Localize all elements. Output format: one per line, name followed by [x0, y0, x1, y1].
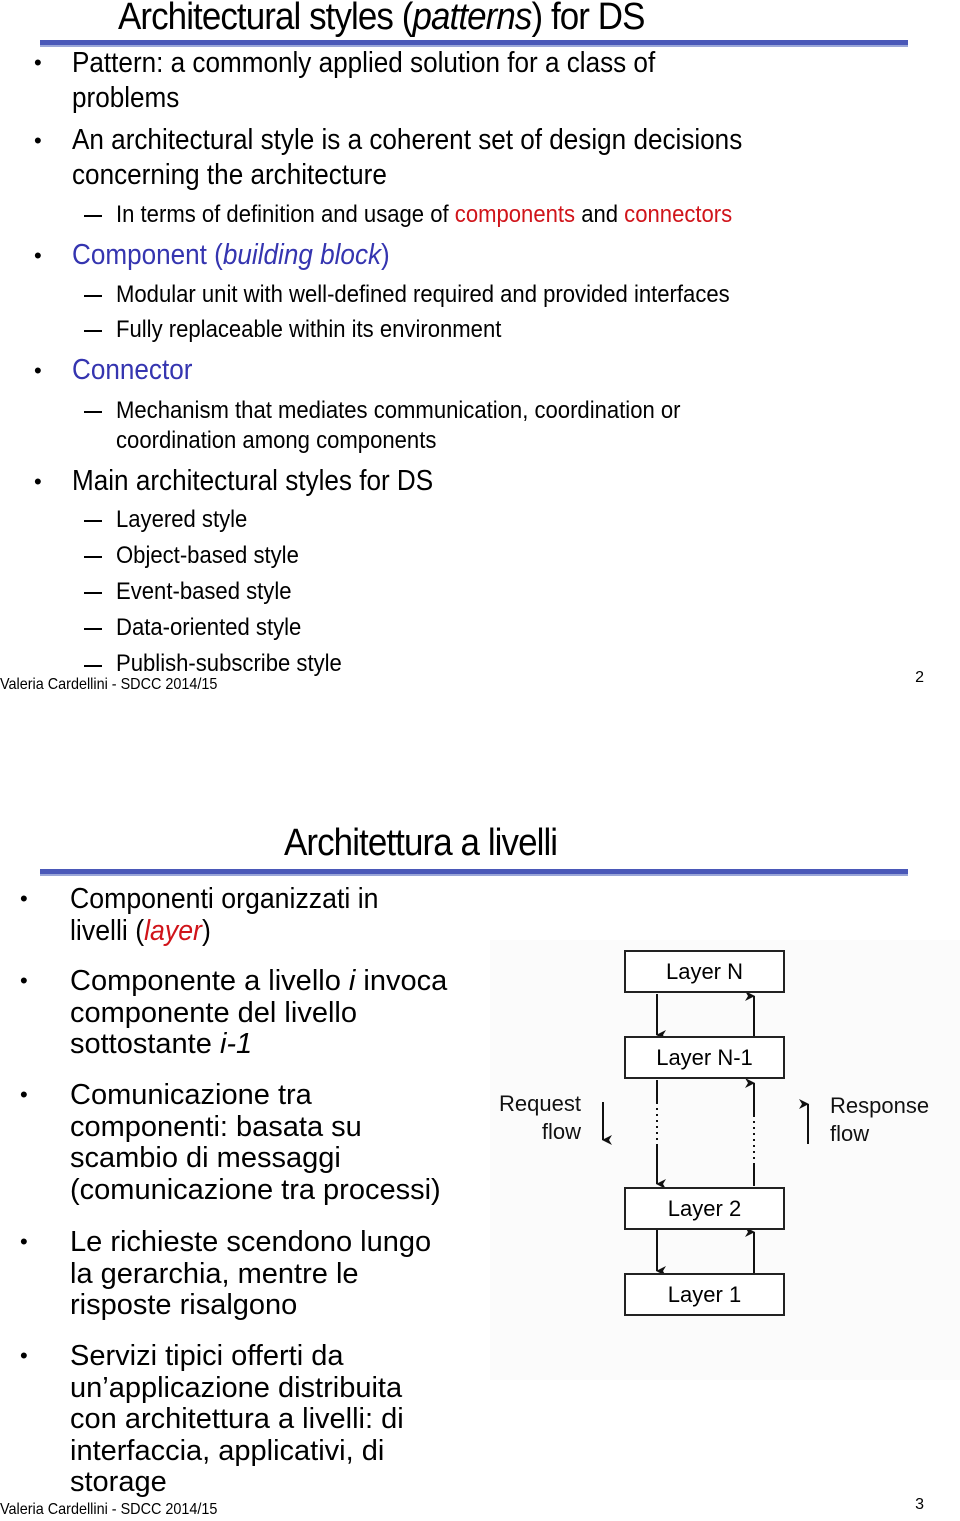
bullet-icon: • [34, 128, 42, 153]
bullet-services: Servizi tipici offerti da un’applicazione… [70, 1340, 404, 1499]
slide-2: Architectural styles (patterns) for DS •… [0, 0, 960, 700]
bullet-invocation: Componente a livello i invoca componente … [70, 965, 448, 1061]
bullet-components-layers: Componenti organizzati in livelli (layer) [70, 883, 379, 947]
sub-bullet: Layered style [116, 506, 248, 533]
sub-text: coordination among components [116, 427, 437, 454]
dash-icon [84, 295, 102, 297]
bullet-text: Componenti organizzati in [70, 883, 379, 915]
layer-1-box: Layer 1 [624, 1273, 785, 1316]
sub-bullet: Object-based style [116, 542, 299, 569]
sub-text: In terms of definition and usage of [116, 201, 455, 228]
bullet-text: componente del livello [70, 996, 357, 1029]
sub-text: Mechanism that mediates communication, c… [116, 397, 681, 424]
bullet-icon: • [20, 1082, 28, 1107]
bullet-text: Componente a livello [70, 965, 349, 997]
bullet-text: concerning the architecture [72, 159, 387, 191]
bullet-text: risposte risalgono [70, 1289, 298, 1321]
bullet-icon: • [34, 243, 42, 268]
layer-2-box: Layer 2 [624, 1187, 785, 1230]
bullet-icon: • [34, 469, 42, 494]
bullet-text: con architettura a livelli: di [70, 1403, 404, 1435]
dash-icon [84, 628, 102, 630]
bullet-text: sottostante [70, 1028, 220, 1060]
bullet-italic: i-1 [219, 1028, 253, 1060]
slide-title: Architettura a livelli [284, 822, 558, 864]
flow-text: Response [830, 1093, 930, 1118]
layer-n-1-box: Layer N-1 [624, 1036, 785, 1079]
dash-icon [84, 330, 102, 332]
sub-bullet: Modular unit with well-defined required … [116, 281, 730, 308]
flow-text: Request [499, 1091, 581, 1116]
bullet-text: storage [70, 1466, 167, 1498]
layered-architecture-diagram: Layer N Layer N-1 Layer 2 Layer 1 Reques… [490, 940, 960, 1380]
bullet-text: livelli ( [70, 914, 145, 947]
dash-icon [84, 215, 102, 217]
bullet-text: componenti: basata su [70, 1110, 362, 1143]
sub-bullet: Data-oriented style [116, 614, 302, 641]
bullet-icon: • [20, 886, 28, 911]
title-italic: patterns [412, 0, 532, 38]
bullet-architectural-style: An architectural style is a coherent set… [72, 123, 742, 193]
dash-icon [84, 556, 102, 558]
bullet-text: An architectural style is a coherent set… [72, 124, 743, 156]
bullet-text: ) [381, 239, 390, 271]
bullet-text: problems [72, 82, 180, 114]
dash-icon [84, 520, 102, 522]
title-text: Architectural styles ( [118, 0, 413, 38]
sub-bullet: Event-based style [116, 578, 292, 605]
bullet-text: Component ( [72, 239, 223, 271]
title-text: ) for DS [531, 0, 645, 38]
bullet-text: Pattern: a commonly applied solution for… [72, 47, 656, 79]
bullet-text: un’applicazione distribuita [70, 1371, 403, 1404]
bullet-icon: • [20, 1229, 28, 1254]
bullet-communication: Comunicazione tra componenti: basata su sc… [70, 1079, 441, 1206]
slide-title: Architectural styles (patterns) for DS [118, 0, 645, 39]
flow-text: flow [541, 1119, 581, 1144]
page-number: 3 [915, 1496, 924, 1513]
bullet-text: Comunicazione tra [70, 1079, 312, 1111]
bullet-pattern: Pattern: a commonly applied solution for… [72, 46, 655, 116]
sub-bullet: Publish-subscribe style [116, 650, 342, 677]
highlight-layer: layer [144, 914, 202, 947]
slide-3: Architettura a livelli • Componenti orga… [0, 800, 960, 1521]
sub-text: and [575, 201, 625, 228]
highlight-components: components [454, 201, 576, 228]
bullet-connector: Connector [72, 354, 193, 386]
footer: Valeria Cardellini - SDCC 2014/15 [0, 676, 218, 693]
sub-bullet: Mechanism that mediates communication, c… [116, 396, 681, 456]
bullet-text: (comunicazione tra processi) [70, 1173, 441, 1206]
sub-bullet: In terms of definition and usage of comp… [116, 200, 732, 230]
dash-icon [84, 665, 102, 667]
highlight-connectors: connectors [624, 201, 733, 228]
bullet-text: invoca [355, 965, 448, 997]
sub-bullet: Fully replaceable within its environment [116, 316, 502, 343]
bullet-text: interfaccia, applicativi, di [70, 1434, 385, 1467]
flow-text: flow [830, 1121, 870, 1146]
bullet-component: Component (building block) [72, 238, 390, 273]
dash-icon [84, 411, 102, 413]
bullet-icon: • [34, 50, 42, 75]
title-rule [40, 869, 908, 876]
bullet-italic: building block [222, 239, 382, 271]
bullet-requests: Le richieste scendono lungo la gerarchia,… [70, 1226, 432, 1322]
bullet-icon: • [20, 1343, 28, 1368]
bullet-text: Le richieste scendono lungo [70, 1226, 432, 1258]
response-flow-label: Response flow [830, 1092, 929, 1148]
page-number: 2 [915, 669, 924, 686]
dash-icon [84, 592, 102, 594]
bullet-icon: • [20, 968, 28, 993]
bullet-text: scambio di messaggi [70, 1142, 341, 1174]
bullet-text: Servizi tipici offerti da [70, 1340, 344, 1372]
request-flow-label: Request flow [493, 1090, 581, 1146]
bullet-text: ) [201, 914, 211, 947]
layer-n-box: Layer N [624, 950, 785, 993]
bullet-icon: • [34, 358, 42, 383]
footer: Valeria Cardellini - SDCC 2014/15 [0, 1501, 218, 1518]
bullet-main-styles: Main architectural styles for DS [72, 465, 434, 497]
bullet-text: la gerarchia, mentre le [70, 1257, 359, 1290]
